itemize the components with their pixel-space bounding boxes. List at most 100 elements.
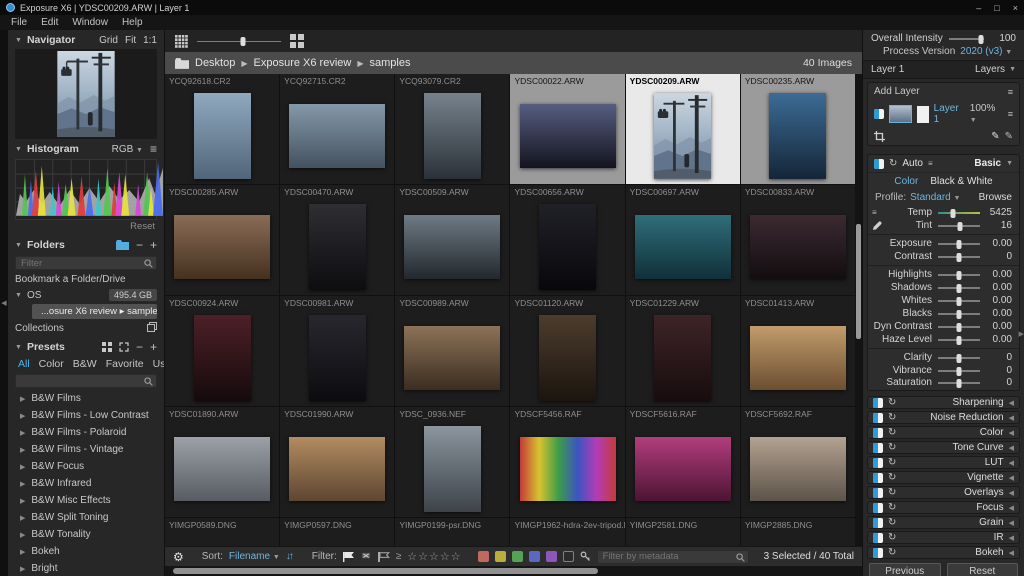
histogram-header[interactable]: ▼ Histogram RGB ▼ ≡ [8, 139, 164, 158]
preset-group[interactable]: ▶B&W Films - Vintage [8, 441, 164, 458]
photo-thumbnail[interactable] [194, 93, 251, 179]
layer-mask[interactable] [917, 106, 929, 123]
small-thumbnails-icon[interactable] [175, 35, 188, 48]
photo-thumbnail[interactable] [654, 93, 711, 179]
color-label-blue[interactable] [529, 551, 540, 562]
collapse-right-icon[interactable]: ▶ [1019, 330, 1024, 338]
grid-cell[interactable]: YDSCF5456.RAF [510, 407, 624, 517]
nav-mode-fit[interactable]: Fit [125, 35, 136, 46]
preset-search-input[interactable] [15, 374, 157, 388]
photo-thumbnail[interactable] [520, 104, 616, 168]
preset-group[interactable]: ▶B&W Infrared [8, 475, 164, 492]
bookmark-folder-row[interactable]: Bookmark a Folder/Drive [8, 272, 164, 287]
saturation-slider[interactable] [938, 378, 980, 388]
vertical-scrollbar[interactable] [855, 74, 862, 546]
breadcrumb-desktop[interactable]: Desktop [195, 57, 235, 69]
grid-cell[interactable]: YDSC01229.ARW [626, 296, 740, 406]
temp-menu-icon[interactable]: ≡ [872, 209, 882, 217]
sync-folder-icon[interactable] [116, 240, 129, 250]
add-folder-icon[interactable]: + [150, 241, 157, 249]
overall-intensity-slider[interactable] [949, 34, 984, 44]
effect-toggle[interactable] [873, 473, 883, 483]
dyn-contrast-slider[interactable] [938, 322, 980, 332]
effect-toggle[interactable] [873, 488, 883, 498]
grid-cell[interactable]: YDSC_0936.NEF [395, 407, 509, 517]
color-label-yellow[interactable] [495, 551, 506, 562]
crop-icon[interactable] [874, 131, 885, 142]
reset-icon[interactable]: ↻ [888, 518, 896, 528]
expand-icon[interactable] [119, 342, 129, 352]
reset-icon[interactable]: ↻ [888, 488, 896, 498]
photo-thumbnail[interactable] [309, 315, 366, 401]
metadata-filter-input[interactable] [597, 550, 749, 564]
close-icon[interactable]: × [1013, 3, 1018, 13]
eyedropper-icon[interactable] [872, 221, 882, 231]
color-label-green[interactable] [512, 551, 523, 562]
grid-cell[interactable]: YDSC00235.ARW [741, 74, 855, 184]
temp-slider[interactable] [938, 208, 980, 218]
nav-mode-1to1[interactable]: 1:1 [143, 35, 157, 46]
flag-pick-icon[interactable] [343, 552, 355, 562]
grid-view-icon[interactable] [102, 342, 112, 352]
grid-cell[interactable]: YCQ92715.CR2 [280, 74, 394, 184]
auto-menu-icon[interactable]: ≡ [928, 160, 933, 168]
effect-toggle[interactable] [873, 518, 883, 528]
preset-group[interactable]: ▶B&W Films - Low Contrast [8, 407, 164, 424]
tab-user[interactable]: User [153, 358, 165, 370]
grid-cell[interactable]: YIMGP0597.DNG [280, 518, 394, 546]
menu-window[interactable]: Window [65, 17, 115, 28]
effect-toggle[interactable] [873, 503, 883, 513]
horizontal-scrollbar[interactable] [165, 566, 862, 576]
remove-folder-icon[interactable]: − [136, 241, 143, 249]
tab-color-mode[interactable]: Color [894, 176, 918, 187]
photo-thumbnail[interactable] [539, 204, 596, 290]
grid-cell-active[interactable]: YDSC00209.ARW [626, 74, 740, 184]
menu-help[interactable]: Help [115, 17, 150, 28]
whites-slider[interactable] [938, 296, 980, 306]
layer-thumbnail[interactable] [889, 105, 912, 123]
thumbnail-size-slider[interactable] [197, 36, 281, 46]
profile-select[interactable]: Standard ▼ [910, 192, 960, 203]
contrast-slider[interactable] [938, 252, 980, 262]
drive-row-os[interactable]: ▼ OS 495.4 GB [8, 287, 164, 303]
scrollbar-thumb[interactable] [856, 224, 861, 339]
tint-slider[interactable] [938, 221, 980, 231]
effect-toggle[interactable] [873, 458, 883, 468]
preset-group[interactable]: ▶B&W Focus [8, 458, 164, 475]
grid-cell[interactable]: YIMGP1962-hdra-2ev-tripod.DNG [510, 518, 624, 546]
grid-cell[interactable]: YDSC00022.ARW [510, 74, 624, 184]
effect-toggle[interactable] [873, 398, 883, 408]
photo-thumbnail[interactable] [750, 437, 846, 501]
photo-thumbnail[interactable] [404, 326, 500, 390]
layer-options-icon[interactable]: ≡ [1008, 110, 1013, 118]
reset-icon[interactable]: ↻ [888, 428, 896, 438]
photo-thumbnail[interactable] [635, 437, 731, 501]
preset-group[interactable]: ▶B&W Films [8, 390, 164, 407]
layer-menu-icon[interactable]: ≡ [1008, 88, 1013, 96]
panel-noise-reduction[interactable]: ↻Noise Reduction◀ [867, 411, 1020, 424]
panel-ir[interactable]: ↻IR◀ [867, 531, 1020, 544]
pencil-icon[interactable]: ✎ [991, 131, 999, 142]
reset-icon[interactable]: ↻ [888, 473, 896, 483]
grid-cell[interactable]: YIMGP2885.DNG [741, 518, 855, 546]
reset-icon[interactable]: ↻ [888, 533, 896, 543]
panel-lut[interactable]: ↻LUT◀ [867, 456, 1020, 469]
grid-cell[interactable]: YDSC00285.ARW [165, 185, 279, 295]
shadows-slider[interactable] [938, 283, 980, 293]
maximize-icon[interactable]: □ [994, 3, 999, 13]
photo-thumbnail[interactable] [539, 315, 596, 401]
grid-cell[interactable]: YCQ93079.CR2 [395, 74, 509, 184]
grid-cell[interactable]: YDSC00509.ARW [395, 185, 509, 295]
panel-bokeh[interactable]: ↻Bokeh◀ [867, 546, 1020, 559]
flag-unflagged-icon[interactable] [378, 552, 390, 562]
effect-toggle[interactable] [873, 548, 883, 558]
brush-icon[interactable]: ✎ [1005, 131, 1013, 142]
navigator-header[interactable]: ▼ Navigator Grid Fit 1:1 [8, 30, 164, 49]
menu-file[interactable]: File [4, 17, 34, 28]
reset-icon[interactable]: ↻ [888, 413, 896, 423]
panel-vignette[interactable]: ↻Vignette◀ [867, 471, 1020, 484]
sort-direction-icon[interactable]: ↓↑ [286, 551, 292, 562]
add-preset-icon[interactable]: + [150, 343, 157, 351]
photo-thumbnail[interactable] [750, 326, 846, 390]
auto-button[interactable]: Auto [902, 158, 923, 169]
